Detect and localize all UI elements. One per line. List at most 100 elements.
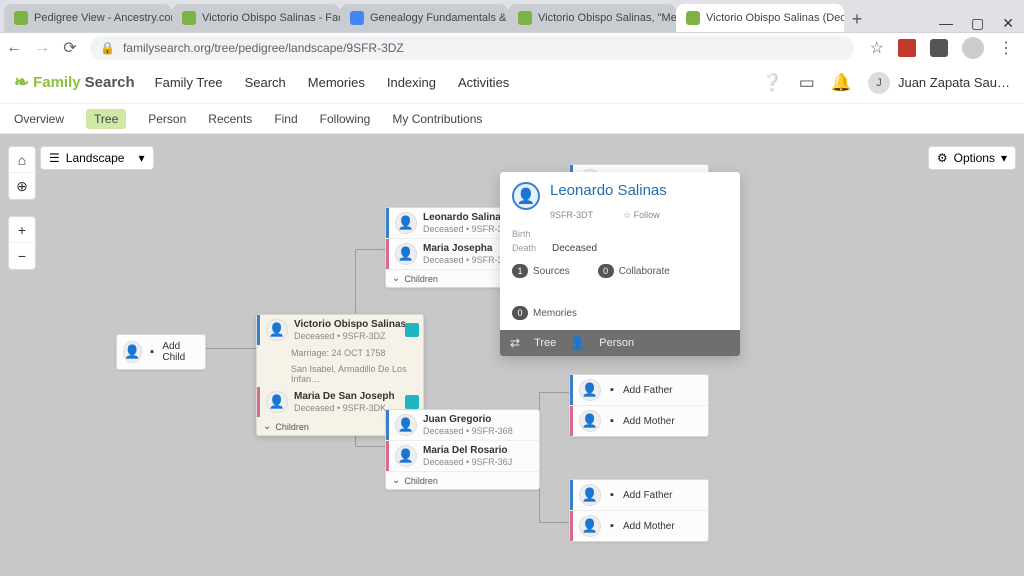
home-locate-control: ⌂ ⊕ [8,146,36,200]
person-meta: Deceased • 9SFR-3DZ [294,331,406,341]
subnav-recents[interactable]: Recents [208,112,252,126]
plus-icon: ▪ [148,347,156,357]
maximize-button[interactable]: ▢ [971,15,984,32]
subnav-tree[interactable]: Tree [86,109,126,129]
children-toggle[interactable]: ⌄Children [386,471,539,489]
pdf-extension-icon[interactable] [898,39,916,57]
add-mother-label: Add Mother [623,416,675,427]
person-icon: 👤 [579,484,601,506]
add-father-label: Add Father [623,385,672,396]
maternal-couple-card[interactable]: 👤 Juan Gregorio Deceased • 9SFR-368 👤 Ma… [385,409,540,490]
sources-count[interactable]: 1Sources [512,264,570,278]
browser-tab[interactable]: Genealogy Fundamentals & H…× [340,4,508,32]
nav-family-tree[interactable]: Family Tree [155,75,223,90]
locate-button[interactable]: ⊕ [8,173,36,199]
subnav-contributions[interactable]: My Contributions [392,112,482,126]
person-icon: 👤 [395,243,417,265]
popover-name[interactable]: Leonardo Salinas [550,182,667,199]
plus-icon: ▪ [607,490,617,500]
nav-activities[interactable]: Activities [458,75,509,90]
chevron-down-icon: ⌄ [392,475,400,486]
nav-memories[interactable]: Memories [308,75,365,90]
hint-badge-icon[interactable] [405,395,419,409]
grandparent-card[interactable]: 👤▪Add Father 👤▪Add Mother [569,479,709,542]
chevron-down-icon: ⌄ [392,273,400,284]
subnav-overview[interactable]: Overview [14,112,64,126]
plus-icon: ▪ [607,521,617,531]
close-button[interactable]: ✕ [1002,15,1014,32]
user-menu[interactable]: J Juan Zapata Sau… [868,72,1010,94]
tree-icon: ❧ [14,72,29,93]
tab-title: Victorio Obispo Salinas (Dece… [706,12,844,24]
collaborate-count[interactable]: 0Collaborate [598,264,670,278]
nav-indexing[interactable]: Indexing [387,75,436,90]
death-label: Death [512,243,552,254]
person-popover: 👤 Leonardo Salinas 9SFR-3DT ☆ Follow Bir… [500,172,740,356]
person-meta: Deceased • 9SFR-368 [423,426,513,436]
chevron-down-icon: ▾ [1001,151,1007,165]
browser-tab[interactable]: Pedigree View - Ancestry.com× [4,4,172,32]
popover-id: 9SFR-3DT [550,210,593,221]
person-icon: 👤 [123,341,142,363]
profile-avatar[interactable] [962,37,984,59]
help-icon[interactable]: ❔ [762,73,783,93]
follow-button[interactable]: ☆ Follow [623,210,660,221]
person-name: Maria De San Joseph [294,391,395,403]
zoom-out-button[interactable]: − [8,243,36,269]
browser-tab[interactable]: Victorio Obispo Salinas - Facts× [172,4,340,32]
plus-icon: ▪ [607,385,617,395]
tab-title: Victorio Obispo Salinas, "Mexi… [538,12,676,24]
browser-tab[interactable]: Victorio Obispo Salinas, "Mexi…× [508,4,676,32]
grandparent-card[interactable]: 👤▪Add Father 👤▪Add Mother [569,374,709,437]
subnav-following[interactable]: Following [320,112,371,126]
pop-tree-link[interactable]: Tree [534,337,556,349]
add-child-card[interactable]: 👤 ▪ Add Child [116,334,206,370]
pedigree-canvas[interactable]: ⌂ ⊕ ☰ Landscape ▾ + − ⚙ Options ▾ 👤 ▪ Ad… [0,134,1024,576]
zoom-control: + − [8,216,36,270]
logo[interactable]: ❧ FamilySearch [14,72,135,93]
person-name: Juan Gregorio [423,414,513,426]
person-icon: 👤 [395,212,417,234]
plus-icon: ▪ [607,416,617,426]
kebab-icon[interactable]: ⋮ [998,38,1014,58]
url-input[interactable]: 🔒 familysearch.org/tree/pedigree/landsca… [90,36,854,60]
options-button[interactable]: ⚙ Options ▾ [928,146,1016,170]
tab-title: Genealogy Fundamentals & H… [370,12,508,24]
zoom-in-button[interactable]: + [8,217,36,243]
memories-count[interactable]: 0Memories [512,306,728,320]
minimize-button[interactable]: — [939,15,953,32]
star-icon[interactable]: ☆ [870,38,884,58]
subnav-find[interactable]: Find [274,112,297,126]
birth-label: Birth [512,229,552,239]
favicon-icon [686,11,700,25]
pop-person-link[interactable]: Person [599,337,634,349]
person-icon: 👤 [579,515,601,537]
person-icon: 👤 [266,319,288,341]
view-selector[interactable]: ☰ Landscape ▾ [40,146,154,170]
logo-text-1: Family [33,74,81,91]
view-label: Landscape [66,151,125,165]
browser-tab-active[interactable]: Victorio Obispo Salinas (Dece…× [676,4,844,32]
home-button[interactable]: ⌂ [8,147,36,173]
favicon-icon [14,11,28,25]
logo-text-2: Search [85,74,135,91]
person-name: Victorio Obispo Salinas [294,319,406,331]
person-icon: 👤 [512,182,540,210]
hint-badge-icon[interactable] [405,323,419,337]
new-tab-button[interactable]: + [844,6,870,32]
gear-icon: ⚙ [937,151,948,165]
forward-button[interactable]: → [28,39,56,57]
bell-icon[interactable]: 🔔 [831,73,852,93]
extensions-icon[interactable] [930,39,948,57]
reload-button[interactable]: ⟳ [56,38,84,58]
subnav-person[interactable]: Person [148,112,186,126]
nav-search[interactable]: Search [245,75,286,90]
add-child-label: Add Child [162,341,199,363]
person-icon: 👤 [266,391,288,413]
sub-nav: Overview Tree Person Recents Find Follow… [0,104,1024,134]
person-icon: 👤 [579,410,601,432]
messages-icon[interactable]: ▭ [799,73,815,93]
person-icon: 👤 [395,445,417,467]
back-button[interactable]: ← [0,39,28,57]
share-icon: ⇄ [510,336,520,350]
